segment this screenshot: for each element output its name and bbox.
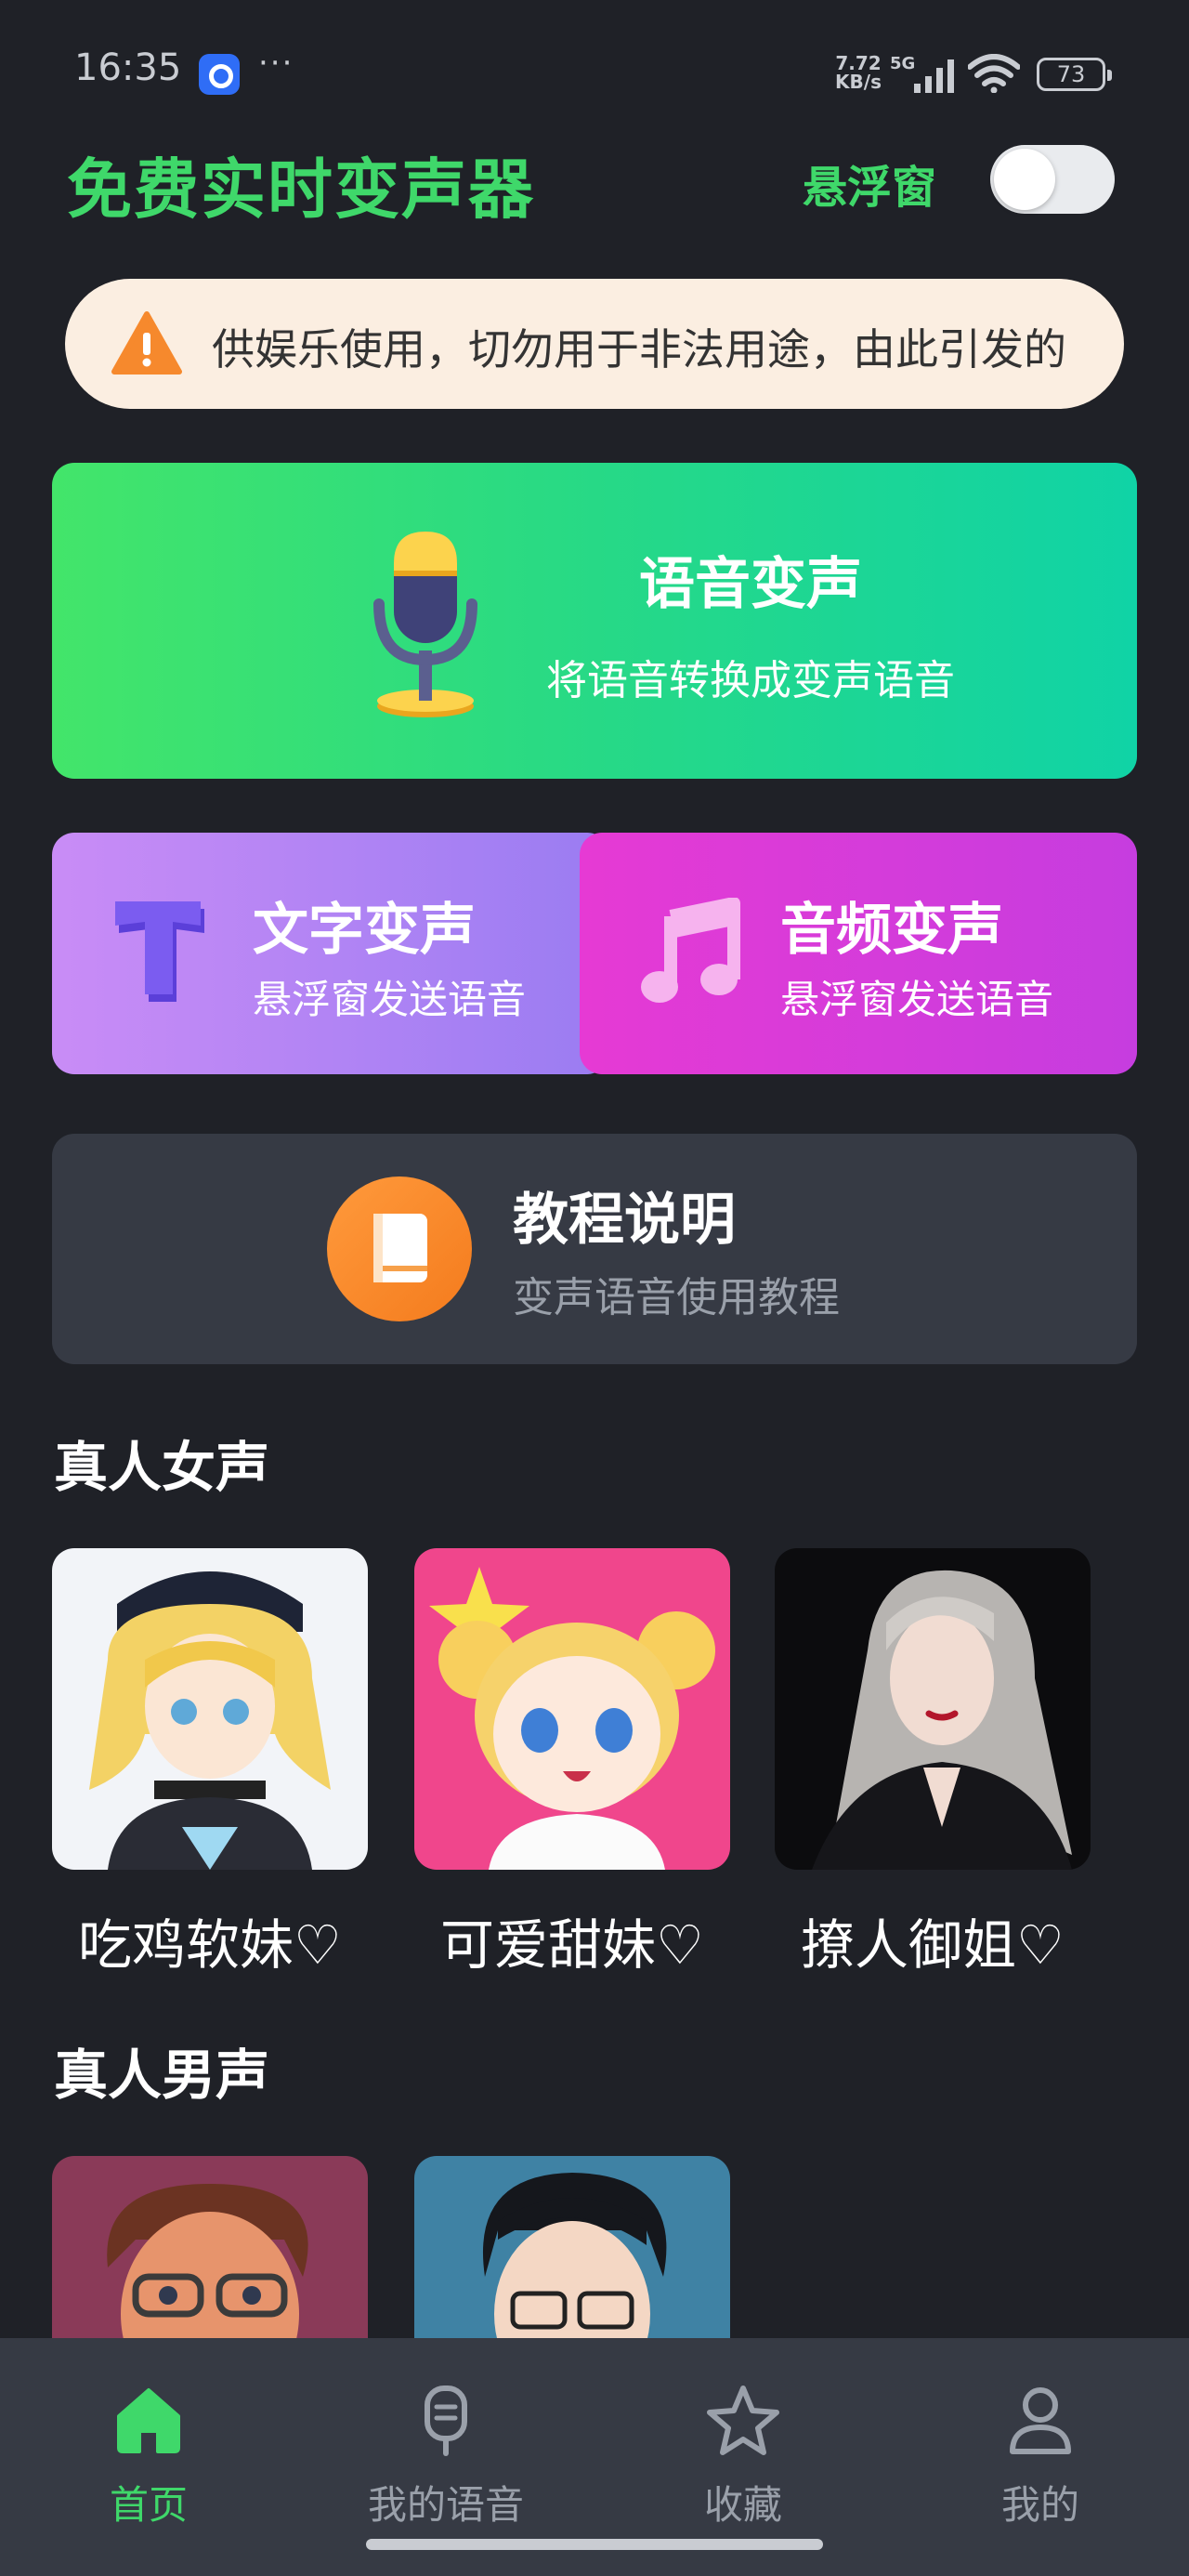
battery-icon: 73 xyxy=(1037,58,1112,91)
voice-change-title: 语音变声 xyxy=(639,552,862,617)
nav-home-label: 首页 xyxy=(109,2482,188,2528)
voice-name-female-2[interactable]: 可爱甜妹♡ xyxy=(405,1901,739,1979)
home-icon xyxy=(117,2388,180,2453)
signal-icon xyxy=(914,59,954,93)
nav-favorites-label: 收藏 xyxy=(703,2482,782,2528)
user-icon xyxy=(1010,2387,1071,2454)
network-speed-unit: KB/s xyxy=(835,71,882,93)
disclaimer-text: 供娱乐使用，切勿用于非法用途，由此引发的 xyxy=(212,324,1066,375)
music-note-icon xyxy=(641,898,740,1003)
voice-avatar-female-3[interactable] xyxy=(775,1548,1091,1870)
app-notification-icon xyxy=(199,54,240,95)
more-notifications-icon: ··· xyxy=(258,45,294,82)
female-voices-section-title: 真人女声 xyxy=(54,1436,270,1499)
home-indicator[interactable] xyxy=(366,2539,823,2550)
text-voice-subtitle: 悬浮窗发送语音 xyxy=(253,977,527,1022)
nav-home[interactable]: 首页 xyxy=(0,2338,297,2576)
audio-voice-card[interactable]: 音频变声 悬浮窗发送语音 xyxy=(580,833,1137,1074)
text-voice-title: 文字变声 xyxy=(253,898,476,963)
star-icon xyxy=(707,2385,779,2455)
float-window-toggle[interactable] xyxy=(990,145,1115,214)
voice-change-subtitle: 将语音转换成变声语音 xyxy=(546,657,955,704)
male-voices-section-title: 真人男声 xyxy=(54,2044,270,2107)
voice-avatar-female-2[interactable] xyxy=(414,1548,730,1870)
app-title: 免费实时变声器 xyxy=(67,151,535,228)
toggle-knob xyxy=(994,149,1055,210)
tutorial-card[interactable]: 教程说明 变声语音使用教程 xyxy=(52,1134,1137,1364)
network-speed: 7.72 KB/s xyxy=(832,54,884,91)
microphone-icon xyxy=(425,2385,467,2456)
network-speed-value: 7.72 xyxy=(835,52,882,74)
nav-my-voices-label: 我的语音 xyxy=(367,2482,524,2528)
nav-profile-label: 我的 xyxy=(1000,2482,1079,2528)
audio-voice-title: 音频变声 xyxy=(780,898,1003,963)
nav-profile[interactable]: 我的 xyxy=(892,2338,1189,2576)
book-icon xyxy=(327,1176,472,1321)
float-window-label: 悬浮窗 xyxy=(803,162,937,214)
voice-avatar-female-1[interactable] xyxy=(52,1548,368,1870)
disclaimer-banner[interactable]: 供娱乐使用，切勿用于非法用途，由此引发的 xyxy=(65,279,1124,409)
voice-name-female-1[interactable]: 吃鸡软妹♡ xyxy=(43,1901,377,1979)
voice-change-card[interactable]: 语音变声 将语音转换成变声语音 xyxy=(52,463,1137,779)
status-time: 16:35 xyxy=(74,46,182,89)
warning-icon xyxy=(111,311,182,375)
tutorial-title: 教程说明 xyxy=(513,1188,736,1253)
voice-name-female-3[interactable]: 撩人御姐♡ xyxy=(765,1901,1100,1979)
wifi-icon xyxy=(968,54,1020,93)
text-voice-card[interactable]: 文字变声 悬浮窗发送语音 xyxy=(52,833,609,1074)
audio-voice-subtitle: 悬浮窗发送语音 xyxy=(780,977,1054,1022)
tutorial-subtitle: 变声语音使用教程 xyxy=(513,1274,840,1321)
text-t-icon xyxy=(115,901,204,1002)
